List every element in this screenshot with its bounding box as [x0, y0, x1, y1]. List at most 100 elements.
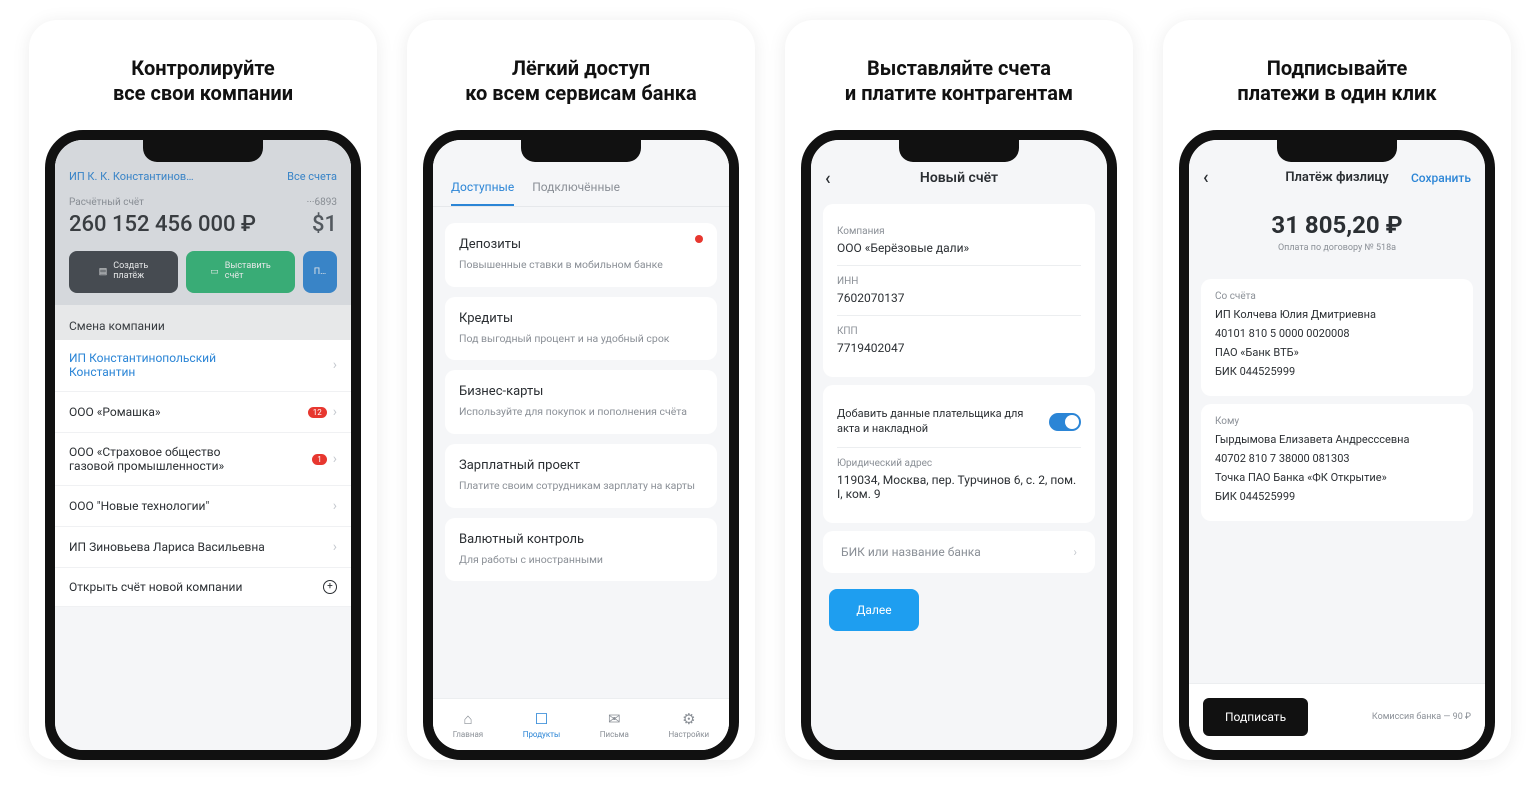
tabbar-mail[interactable]: ✉ Письма: [600, 710, 629, 739]
headline-line1: Лёгкий доступ: [427, 56, 735, 81]
to-account-block[interactable]: Кому Гырдымова Елизавета Андресссевна 40…: [1201, 404, 1473, 521]
from-bik: БИК 044525999: [1215, 365, 1459, 378]
back-button[interactable]: ‹: [825, 168, 831, 189]
company-name: ООО «Страховое общество газовой промышле…: [69, 445, 239, 473]
phone-notch: [899, 140, 1019, 162]
company-item[interactable]: ООО "Новые технологии" ›: [55, 486, 351, 527]
create-payment-button[interactable]: ▤ Создатьплатёж: [69, 251, 178, 293]
kpp-field[interactable]: КПП 7719402047: [837, 316, 1081, 365]
address-field[interactable]: Юридический адрес 119034, Москва, пер. Т…: [837, 448, 1081, 511]
tab-connected[interactable]: Подключённые: [532, 170, 620, 206]
field-value: 7719402047: [837, 341, 1081, 355]
field-value: 7602070137: [837, 291, 1081, 305]
product-card-credits[interactable]: Кредиты Под выгодный процент и на удобны…: [445, 297, 717, 361]
from-bank: ПАО «Банк ВТБ»: [1215, 346, 1459, 359]
tabbar-label: Главная: [453, 730, 483, 739]
tabbar-home[interactable]: ⌂ Главная: [453, 710, 483, 739]
phone-frame: Доступные Подключённые Депозиты Повышенн…: [423, 130, 739, 760]
chevron-right-icon: ›: [333, 539, 337, 555]
card-title: Депозиты: [459, 237, 703, 252]
tabbar-products[interactable]: ☐ Продукты: [523, 710, 560, 739]
tabs: Доступные Подключённые: [433, 170, 729, 207]
company-field[interactable]: Компания ООО «Берёзовые дали»: [837, 216, 1081, 266]
tabbar-settings[interactable]: ⚙ Настройки: [668, 710, 709, 739]
bik-input[interactable]: БИК или название банка ›: [823, 531, 1095, 573]
phone-frame: ‹ Новый счёт Компания ООО «Берёзовые дал…: [801, 130, 1117, 760]
panel-headline: Подписывайте платежи в один клик: [1163, 20, 1511, 130]
phone-notch: [143, 140, 263, 162]
company-item[interactable]: ИП Зиновьева Лариса Васильевна ›: [55, 527, 351, 568]
sign-button[interactable]: Подписать: [1203, 698, 1308, 736]
bag-icon: ☐: [535, 710, 548, 728]
company-item[interactable]: ИП Константинопольский Константин ›: [55, 339, 351, 392]
block-label: Со счёта: [1215, 291, 1459, 302]
bik-placeholder: БИК или название банка: [841, 545, 981, 559]
panel-companies: Контролируйте все свои компании ИП К. К.…: [29, 20, 377, 760]
tabbar-label: Письма: [600, 730, 629, 739]
inn-field[interactable]: ИНН 7602070137: [837, 266, 1081, 316]
product-card-bizcards[interactable]: Бизнес-карты Используйте для покупок и п…: [445, 370, 717, 434]
all-accounts-link[interactable]: Все счета: [287, 170, 337, 183]
company-item[interactable]: ООО «Ромашка» 12›: [55, 392, 351, 433]
company-name: ООО «Ромашка»: [69, 405, 161, 419]
next-button[interactable]: Далее: [829, 589, 919, 631]
commission-text: Комиссия банка — 90 ₽: [1372, 712, 1471, 722]
company-name: ИП Константинопольский Константин: [69, 351, 249, 379]
phone-frame: ИП К. К. Константинов… Все счета Расчётн…: [45, 130, 361, 760]
company-name: ООО "Новые технологии": [69, 499, 209, 513]
toggle-switch[interactable]: [1049, 413, 1081, 431]
section-title: Смена компании: [55, 305, 351, 339]
mail-icon: ✉: [608, 710, 621, 728]
field-value: 119034, Москва, пер. Турчинов 6, с. 2, п…: [837, 473, 1081, 501]
payer-data-block: Добавить данные плательщика для акта и н…: [823, 385, 1095, 523]
card-desc: Под выгодный процент и на удобный срок: [459, 332, 703, 347]
counterparty-block: Компания ООО «Берёзовые дали» ИНН 760207…: [823, 204, 1095, 377]
headline-line2: платежи в один клик: [1183, 81, 1491, 106]
phone-notch: [1277, 140, 1397, 162]
field-value: ООО «Берёзовые дали»: [837, 241, 1081, 255]
card-title: Зарплатный проект: [459, 458, 703, 473]
to-account-number: 40702 810 7 38000 081303: [1215, 452, 1459, 465]
notification-badge: 12: [308, 407, 327, 418]
more-button[interactable]: П…: [303, 251, 337, 293]
from-account-block[interactable]: Со счёта ИП Колчева Юлия Дмитриевна 4010…: [1201, 279, 1473, 396]
invoice-icon: ▭: [210, 267, 219, 277]
button-label: П…: [314, 267, 326, 277]
headline-line2: ко всем сервисам банка: [427, 81, 735, 106]
notification-badge: 1: [312, 454, 327, 465]
payer-data-toggle-row: Добавить данные плательщика для акта и н…: [837, 397, 1081, 448]
chevron-right-icon: ›: [333, 357, 337, 373]
tab-available[interactable]: Доступные: [451, 170, 514, 206]
issue-invoice-button[interactable]: ▭ Выставитьсчёт: [186, 251, 295, 293]
card-desc: Для работы с иностранными: [459, 553, 703, 568]
panel-invoice: Выставляйте счета и платите контрагентам…: [785, 20, 1133, 760]
tabbar-label: Продукты: [523, 730, 560, 739]
headline-line2: и платите контрагентам: [805, 81, 1113, 106]
balance-secondary: $1: [312, 212, 337, 237]
company-selector[interactable]: ИП К. К. Константинов…: [69, 170, 194, 183]
back-button[interactable]: ‹: [1203, 167, 1209, 188]
headline-line2: все свои компании: [49, 81, 357, 106]
phone-notch: [521, 140, 641, 162]
gear-icon: ⚙: [682, 710, 695, 728]
field-label: Компания: [837, 226, 1081, 237]
company-name: ИП Зиновьева Лариса Васильевна: [69, 540, 265, 554]
product-card-deposits[interactable]: Депозиты Повышенные ставки в мобильном б…: [445, 223, 717, 287]
field-label: Юридический адрес: [837, 458, 1081, 469]
screen-title: Новый счёт: [920, 170, 998, 186]
save-button[interactable]: Сохранить: [1411, 171, 1471, 185]
card-desc: Платите своим сотрудникам зарплату на ка…: [459, 479, 703, 494]
product-card-payroll[interactable]: Зарплатный проект Платите своим сотрудни…: [445, 444, 717, 508]
from-account-number: 40101 810 5 0000 0020008: [1215, 327, 1459, 340]
button-label: Создатьплатёж: [113, 262, 148, 282]
open-new-company[interactable]: Открыть счёт новой компании +: [55, 568, 351, 607]
product-card-fx[interactable]: Валютный контроль Для работы с иностранн…: [445, 518, 717, 582]
balance-value: 260 152 456 000 ₽: [69, 212, 256, 237]
phone-frame: ‹ Платёж физлицу Сохранить 31 805,20 ₽ О…: [1179, 130, 1495, 760]
company-item[interactable]: ООО «Страховое общество газовой промышле…: [55, 433, 351, 486]
headline-line1: Выставляйте счета: [805, 56, 1113, 81]
to-name: Гырдымова Елизавета Андресссевна: [1215, 433, 1459, 446]
panel-products: Лёгкий доступ ко всем сервисам банка Дос…: [407, 20, 755, 760]
field-label: КПП: [837, 326, 1081, 337]
card-desc: Повышенные ставки в мобильном банке: [459, 258, 703, 273]
